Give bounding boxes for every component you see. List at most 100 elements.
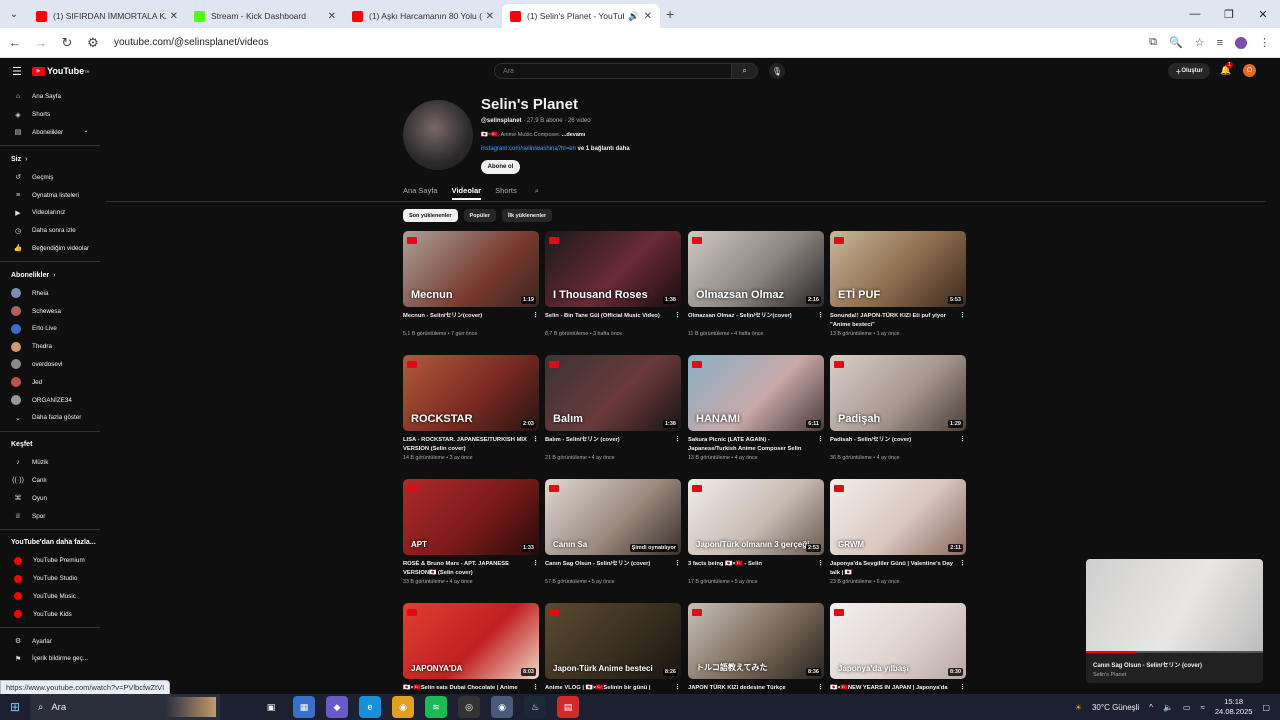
back-icon[interactable]: ←: [4, 35, 26, 50]
sidebar-item-sports[interactable]: ♕ Spor: [0, 507, 100, 525]
video-thumbnail[interactable]: GRWM 2:11: [830, 479, 966, 555]
video-title[interactable]: 🇯🇵×🇹🇷Selin eats Dubai Chocolate | Anime ⋮: [403, 684, 539, 694]
create-button[interactable]: ＋ Oluştur: [1168, 63, 1210, 79]
more-dots-icon[interactable]: ⋮: [532, 436, 539, 445]
notifications-icon[interactable]: ▢: [1262, 703, 1270, 712]
sidebar-item-report-history[interactable]: ⚑ İçerik bildirme geç...: [0, 650, 100, 668]
sidebar-sub-item[interactable]: Erto Live: [0, 320, 100, 338]
more-dots-icon[interactable]: ⋮: [674, 684, 681, 693]
chip-latest[interactable]: Son yüklenenler: [403, 209, 458, 222]
sidebar-sub-item[interactable]: Thedra: [0, 338, 100, 356]
video-card[interactable]: Japon-Türk Anime besteci 8:26 Anime VLOG |…: [545, 603, 681, 694]
tab-shorts[interactable]: Shorts: [495, 186, 517, 200]
video-card[interactable]: Canın Sa Şimdi oynatılıyor Canın Sag Olsun…: [545, 479, 681, 585]
video-card[interactable]: ROCKSTAR 2:03 LISA - ROCKSTAR. JAPANESE/TU…: [403, 355, 539, 461]
profile-avatar[interactable]: [1235, 36, 1247, 49]
browser-tab-2[interactable]: Stream - Kick Dashboard ✕: [186, 4, 344, 28]
video-thumbnail[interactable]: Japonya'da yılbaşı 8:30: [830, 603, 966, 679]
sidebar-sub-item[interactable]: overdosevl: [0, 356, 100, 374]
video-title[interactable]: 3 facts being 🇯🇵×🇹🇷 - Selin ⋮: [688, 560, 824, 577]
sidebar-item-liked[interactable]: 👍 Beğendiğim videolar: [0, 240, 100, 258]
spotify-icon[interactable]: ≋: [425, 696, 447, 718]
sidebar-sub-item[interactable]: Jed: [0, 373, 100, 391]
url-field[interactable]: youtube.com/@selinsplanet/videos: [114, 37, 1149, 48]
app-red-icon[interactable]: ▤: [557, 696, 579, 718]
video-title[interactable]: Olmazsan Olmaz - Selin/セリン(cover) ⋮: [688, 312, 824, 329]
install-icon[interactable]: ⧉: [1149, 36, 1157, 49]
search-input[interactable]: [494, 63, 732, 79]
tab-videos[interactable]: Videolar: [451, 186, 482, 200]
sidebar-item-home[interactable]: ⌂ Ana Sayfa: [0, 88, 100, 106]
browser-tab-4[interactable]: (1) Selin's Planet - YouTube 🔊 ✕: [502, 4, 660, 28]
video-thumbnail[interactable]: HANAMI 6:11: [688, 355, 824, 431]
sidebar-item-live[interactable]: ((·)) Canlı: [0, 472, 100, 490]
store-icon[interactable]: ▦: [293, 696, 315, 718]
video-title[interactable]: 🇯🇵×🇹🇷NEW YEARS IN JAPAN | Japonya'da ⋮: [830, 684, 966, 694]
more-dots-icon[interactable]: ⋮: [959, 312, 966, 321]
reload-icon[interactable]: ↻: [56, 35, 78, 51]
tab-home[interactable]: Ana Sayfa: [403, 186, 438, 200]
video-card[interactable]: JAPONYA'DA 8:03 🇯🇵×🇹🇷Selin eats Dubai Choc…: [403, 603, 539, 694]
network-icon[interactable]: ▭: [1183, 703, 1191, 712]
video-title[interactable]: Padisah - Selin/セリン (cover) ⋮: [830, 436, 966, 453]
video-title[interactable]: Anime VLOG | 🇯🇵×🇹🇷Selinin bir günü | ⋮: [545, 684, 681, 694]
sidebar-item-watch-later[interactable]: ◷ Daha sonra izle: [0, 222, 100, 240]
sidebar-item-gaming[interactable]: ⌘ Oyun: [0, 489, 100, 507]
hamburger-icon[interactable]: ☰: [12, 65, 22, 78]
video-title[interactable]: LISA - ROCKSTAR. JAPANESE/TURKISH MIX VE…: [403, 436, 539, 453]
steam-icon[interactable]: ♨: [524, 696, 546, 718]
video-card[interactable]: Olmazsan Olmaz 2:16 Olmazsan Olmaz - Selin…: [688, 231, 824, 337]
tab-list-chevron-icon[interactable]: ⌄: [0, 0, 28, 28]
video-title[interactable]: Sonunda!! JAPON-TÜRK KIZI Eti puf yiyor …: [830, 312, 966, 329]
forward-icon[interactable]: →: [30, 35, 52, 50]
sidebar-subs-heading[interactable]: Abonelikler ›: [0, 266, 100, 284]
video-thumbnail[interactable]: トルコ語教えてみた 8:36: [688, 603, 824, 679]
video-thumbnail[interactable]: Olmazsan Olmaz 2:16: [688, 231, 824, 307]
video-title[interactable]: Mecnun - Selin/セリン(cover) ⋮: [403, 312, 539, 329]
sidebar-item-yt-music[interactable]: YouTube Music: [0, 588, 100, 606]
video-card[interactable]: ETİ PUF 5:53 Sonunda!! JAPON-TÜRK KIZI Eti…: [830, 231, 966, 337]
video-thumbnail[interactable]: APT 1:33: [403, 479, 539, 555]
site-info-icon[interactable]: ⚙: [82, 35, 104, 51]
miniplayer[interactable]: Canın Sag Olsun - Selin/セリン (cover) Seli…: [1086, 559, 1263, 683]
close-window-icon[interactable]: ✕: [1246, 0, 1280, 28]
video-thumbnail[interactable]: Japon-Türk Anime besteci 8:26: [545, 603, 681, 679]
sidebar-item-shorts[interactable]: ◈ Shorts: [0, 106, 100, 124]
video-title[interactable]: JAPON TÜRK KIZI dedesine Türkçe öğretiyo…: [688, 684, 824, 694]
menu-dots-icon[interactable]: ⋮: [1259, 36, 1270, 49]
video-card[interactable]: HANAMI 6:11 Sakura Picnic (LATE AGAIN) - J…: [688, 355, 824, 461]
search-icon[interactable]: ⌕: [535, 186, 539, 200]
more-dots-icon[interactable]: ⋮: [817, 684, 824, 693]
video-thumbnail[interactable]: ROCKSTAR 2:03: [403, 355, 539, 431]
subscribe-button[interactable]: Abone ol: [481, 160, 520, 174]
video-thumbnail[interactable]: I Thousand Roses 1:38: [545, 231, 681, 307]
video-card[interactable]: I Thousand Roses 1:38 Selin - Bin Tane Gül…: [545, 231, 681, 337]
more-dots-icon[interactable]: ⋮: [959, 560, 966, 569]
miniplayer-video[interactable]: [1086, 559, 1263, 651]
new-tab-icon[interactable]: +: [666, 6, 674, 22]
video-thumbnail[interactable]: Japon/Türk olmanın 3 gerçeği 2:53: [688, 479, 824, 555]
weather-icon[interactable]: ☀: [1075, 703, 1082, 712]
channel-description[interactable]: 🇯🇵×🇹🇷, Anime Music Composer. ...devamı: [481, 132, 585, 138]
restore-icon[interactable]: ❐: [1212, 0, 1246, 28]
more-dots-icon[interactable]: ⋮: [532, 684, 539, 693]
video-card[interactable]: APT 1:33 ROSÉ & Bruno Mars - APT. JAPANESE…: [403, 479, 539, 585]
sidebar-item-kids[interactable]: YouTube Kids: [0, 605, 100, 623]
sidebar-item-premium[interactable]: YouTube Premium: [0, 552, 100, 570]
more-dots-icon[interactable]: ⋮: [817, 560, 824, 569]
video-title[interactable]: Sakura Picnic (LATE AGAIN) - Japanese/Tu…: [688, 436, 824, 453]
video-title[interactable]: Selin - Bin Tane Gül (Official Music Vid…: [545, 312, 681, 329]
windows-start-icon[interactable]: ⊞: [0, 694, 30, 720]
edge-icon[interactable]: e: [359, 696, 381, 718]
close-tab-icon[interactable]: ✕: [486, 11, 494, 22]
video-thumbnail[interactable]: Padişah 1:29: [830, 355, 966, 431]
video-title[interactable]: Japonya'da Sevgililer Günü | Valentine's…: [830, 560, 966, 577]
chip-oldest[interactable]: İlk yüklenenler: [501, 209, 553, 222]
chrome-active-icon[interactable]: ◉: [491, 696, 513, 718]
video-thumbnail[interactable]: Mecnun 1:19: [403, 231, 539, 307]
tray-chevron-icon[interactable]: ^: [1149, 703, 1153, 712]
video-card[interactable]: Balım 1:38 Balım - Selin/セリン (cover) ⋮ 21 B …: [545, 355, 681, 461]
sidebar-item-settings[interactable]: ⚙ Ayarlar: [0, 632, 100, 650]
video-thumbnail[interactable]: ETİ PUF 5:53: [830, 231, 966, 307]
weather-text[interactable]: 30°C Güneşli: [1092, 703, 1139, 712]
